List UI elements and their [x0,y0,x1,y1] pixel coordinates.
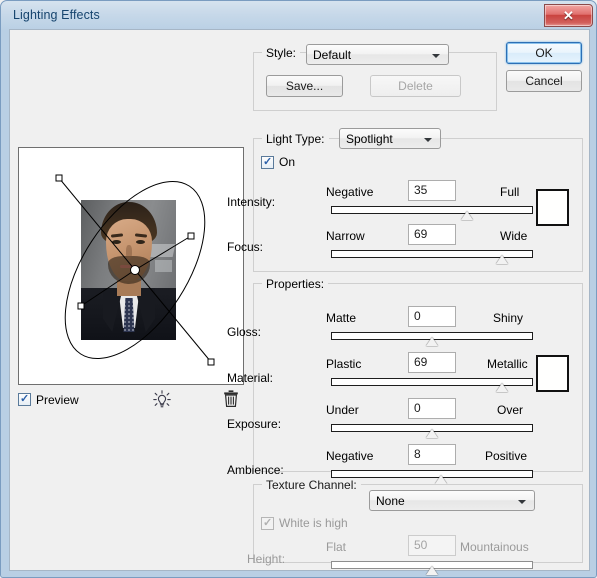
exposure-max-label: Over [497,403,524,417]
exposure-label: Exposure: [227,417,282,431]
exposure-value-field[interactable]: 0 [408,398,456,419]
ambience-min-label: Negative [326,449,374,463]
light-handle-top-left [55,174,63,182]
light-type-combo[interactable]: Spotlight [339,128,441,149]
intensity-slider[interactable] [331,205,533,220]
height-slider[interactable] [331,560,533,575]
save-style-button[interactable]: Save... [266,75,343,97]
intensity-slider-thumb[interactable] [461,211,473,220]
height-min-label: Flat [326,540,347,554]
preview-image [81,200,176,340]
material-min-label: Plastic [326,357,362,371]
ambience-max-label: Positive [485,449,528,463]
ambience-label: Ambience: [227,463,284,477]
photo-backdrop-logo-2 [155,260,172,272]
preview-checkbox-label: Preview [36,393,79,407]
ambience-slider-track[interactable] [331,470,533,478]
ambience-slider-thumb[interactable] [435,475,447,484]
photo-mouth [120,265,138,268]
intensity-max-label: Full [500,185,520,199]
intensity-min-label: Negative [326,185,374,199]
material-label: Material: [227,371,274,385]
photo-eye-left [112,240,121,244]
height-slider-thumb[interactable] [426,566,438,575]
intensity-value-field[interactable]: 35 [408,180,456,201]
light-type-combo-value: Spotlight [346,132,393,146]
properties-color-swatch[interactable] [536,355,569,392]
checkmark-icon: ✓ [263,517,273,529]
properties-group-label: Properties: [262,277,329,291]
light-on-label: On [279,155,296,169]
lighting-effects-window: Lighting Effects ✕ ✓ Preview OK Cancel S… [0,0,597,578]
ambience-value-field[interactable]: 8 [408,444,456,465]
material-value-field[interactable]: 69 [408,352,456,373]
light-on-checkbox[interactable]: ✓ [261,156,274,169]
texture-channel-combo-value: None [376,494,405,508]
checkmark-icon: ✓ [263,156,273,168]
exposure-min-label: Under [326,403,359,417]
preview-canvas[interactable] [18,147,244,385]
light-bulb-icon[interactable] [153,390,171,410]
window-title: Lighting Effects [13,8,100,22]
focus-label: Focus: [227,240,264,254]
preview-checkbox[interactable]: ✓ [18,393,31,406]
trash-can-icon[interactable] [223,389,239,409]
dialog-client-area: ✓ Preview OK Cancel Style: Default Save.… [9,29,590,575]
intensity-label: Intensity: [227,195,276,209]
focus-min-label: Narrow [326,229,365,243]
gloss-value-field[interactable]: 0 [408,306,456,327]
chevron-down-icon [518,500,526,504]
preview-footer: ✓ Preview [18,390,244,412]
title-bar: Lighting Effects ✕ [1,1,597,31]
focus-slider-thumb[interactable] [496,255,508,264]
close-icon: ✕ [563,8,574,23]
white-is-high-label: White is high [279,516,348,530]
focus-max-label: Wide [500,229,528,243]
texture-channel-group-label: Texture Channel: [262,478,361,492]
light-handle-bottom-right [207,358,215,366]
photo-eye-right [136,240,145,244]
material-slider[interactable] [331,377,533,392]
style-group-label: Style: [262,46,301,60]
chevron-down-icon [424,138,432,142]
focus-slider[interactable] [331,249,533,264]
style-combo[interactable]: Default [306,44,449,65]
ok-button[interactable]: OK [506,42,582,64]
photo-nose [126,245,132,259]
delete-style-button[interactable]: Delete [370,75,461,97]
style-combo-value: Default [313,48,352,62]
gloss-label: Gloss: [227,325,262,339]
close-button[interactable]: ✕ [544,4,593,27]
gloss-slider[interactable] [331,331,533,346]
light-type-group-label: Light Type: [262,132,329,146]
checkmark-icon: ✓ [20,393,30,405]
exposure-slider[interactable] [331,423,533,438]
height-max-label: Mountainous [460,540,529,554]
intensity-slider-track[interactable] [331,206,533,214]
light-color-swatch[interactable] [536,189,569,226]
material-slider-thumb[interactable] [496,383,508,392]
chevron-down-icon [432,54,440,58]
gloss-slider-thumb[interactable] [426,337,438,346]
light-handle-top-right [187,232,195,240]
height-label: Height: [247,552,286,566]
ambience-slider[interactable] [331,469,533,484]
focus-value-field[interactable]: 69 [408,224,456,245]
white-is-high-checkbox[interactable]: ✓ [261,517,274,530]
exposure-slider-thumb[interactable] [426,429,438,438]
texture-channel-combo[interactable]: None [369,490,535,511]
height-value-field[interactable]: 50 [408,535,456,556]
cancel-button[interactable]: Cancel [506,70,582,92]
gloss-min-label: Matte [326,311,357,325]
gloss-max-label: Shiny [493,311,524,325]
material-max-label: Metallic [487,357,528,371]
